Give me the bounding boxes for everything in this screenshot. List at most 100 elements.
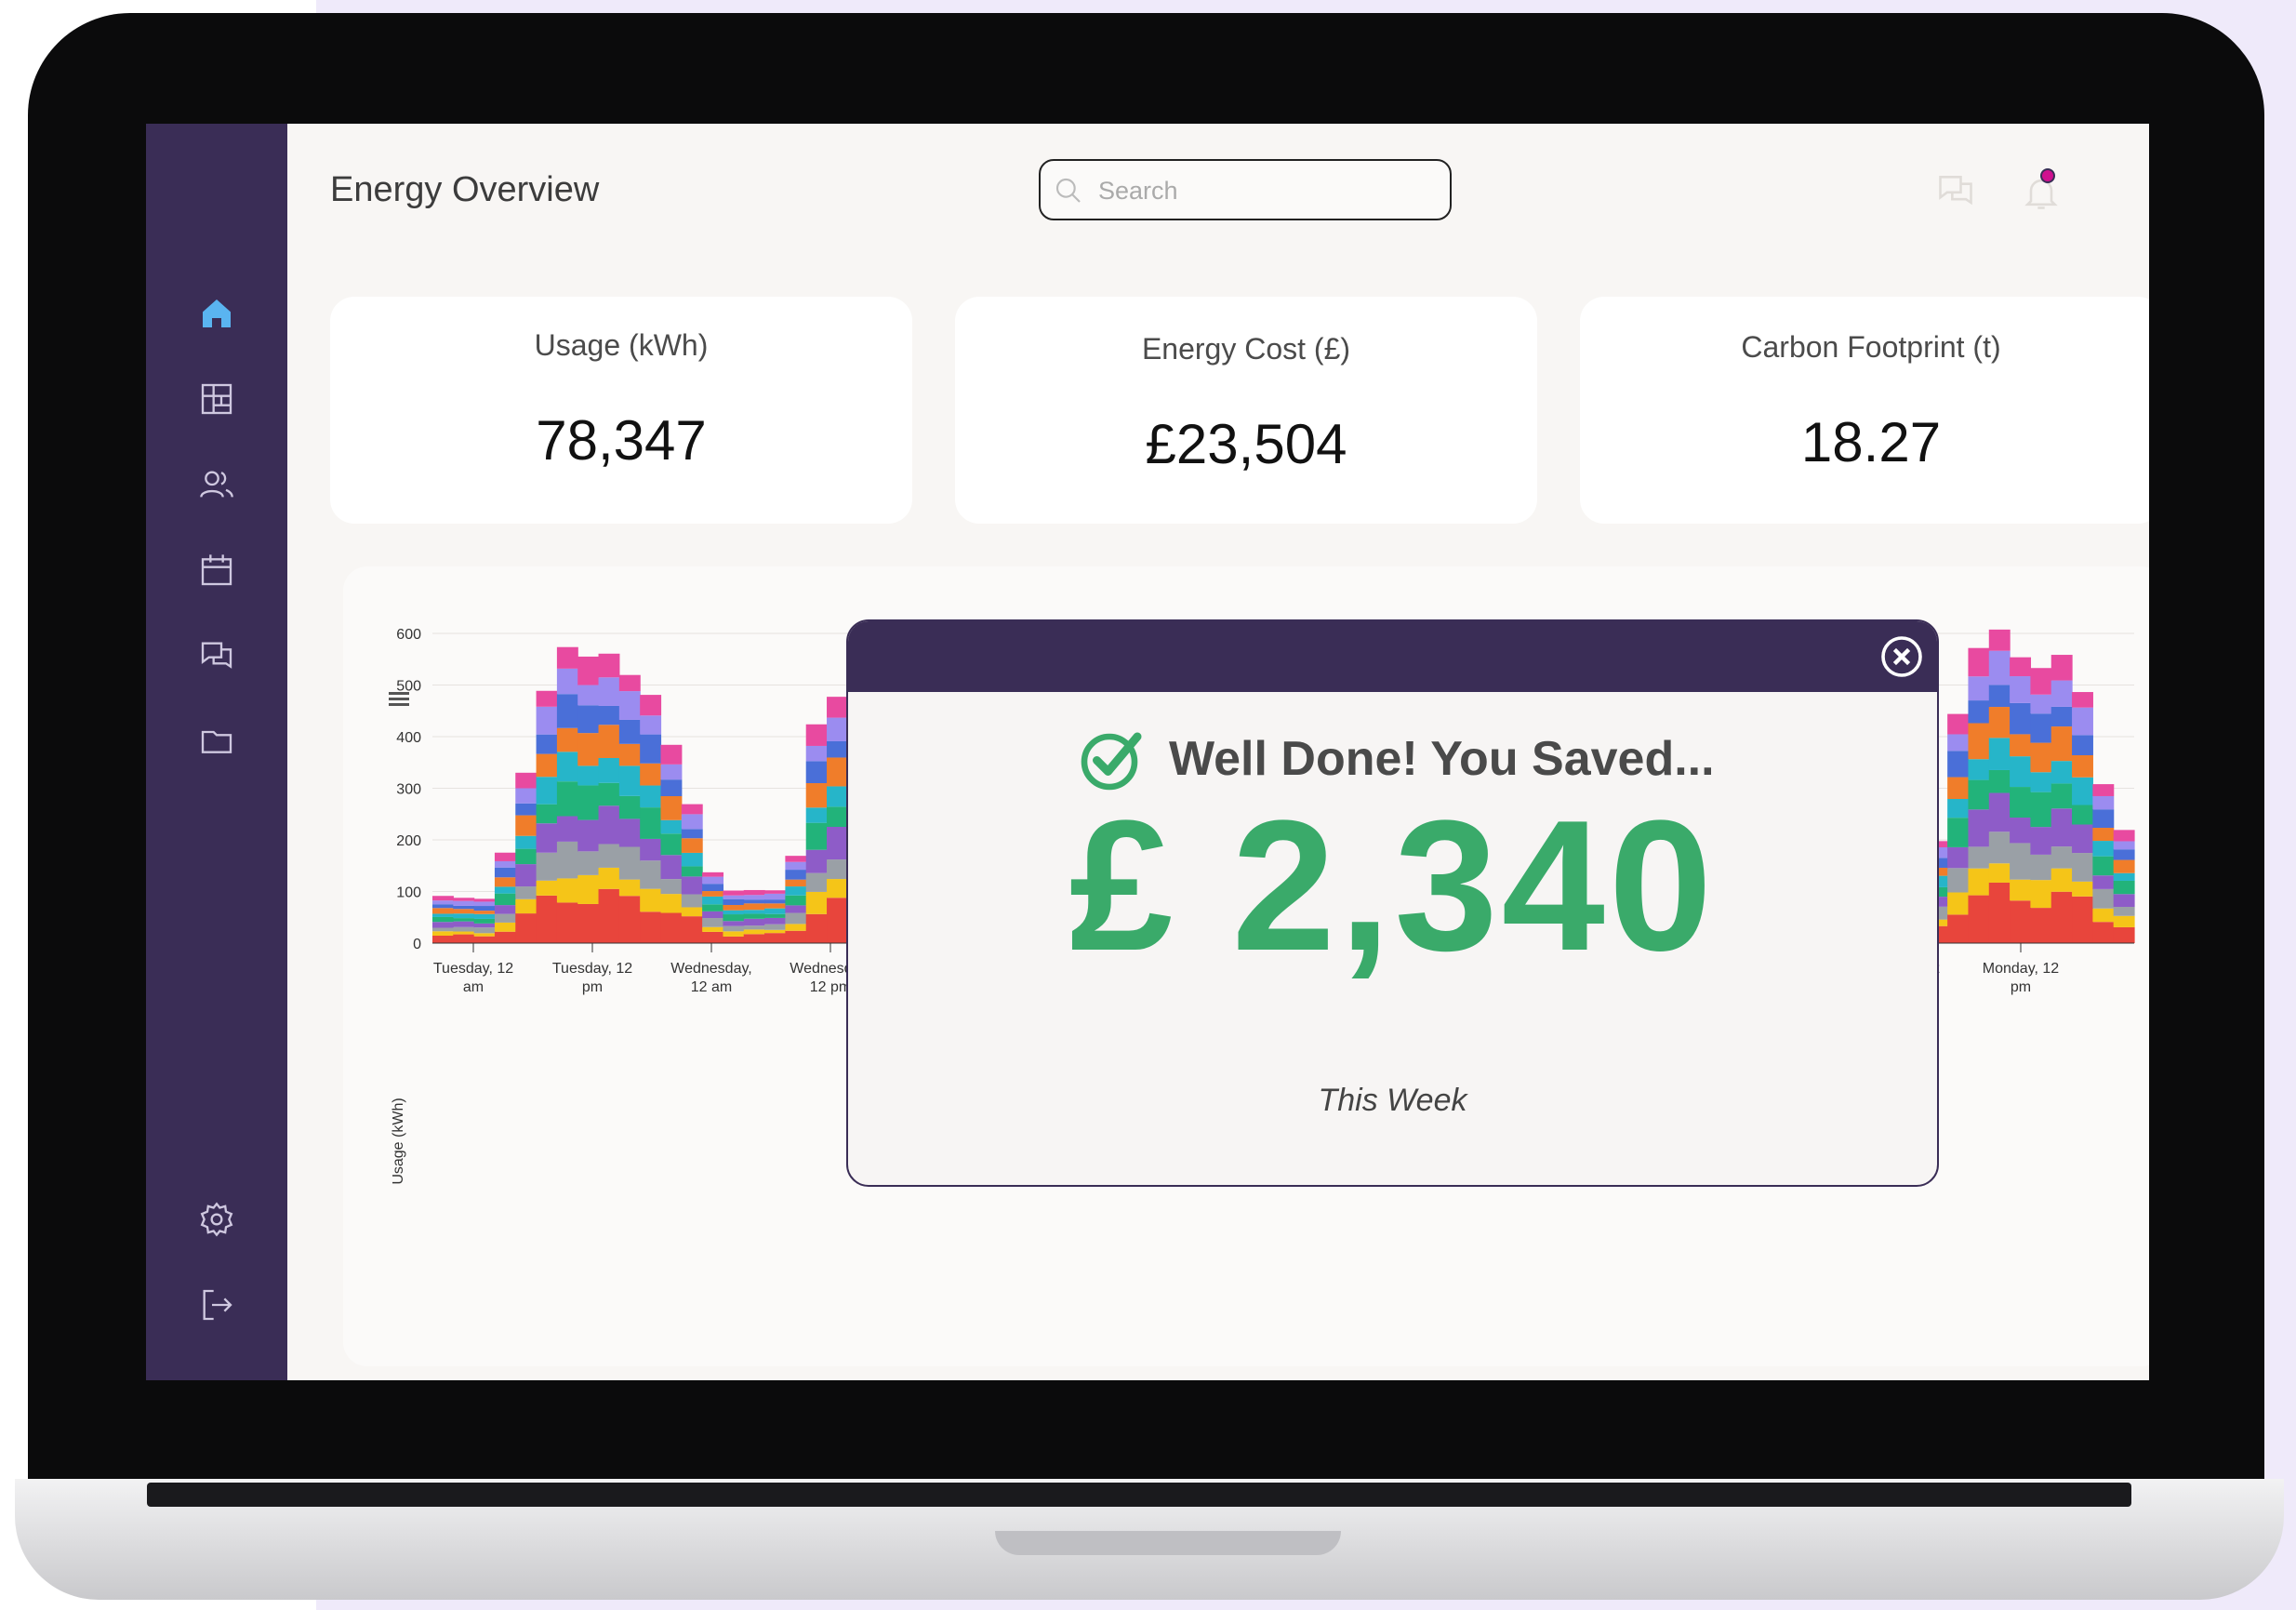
bar-segment (2092, 809, 2115, 829)
stacked-bar (805, 724, 828, 943)
stacked-bar (577, 656, 600, 943)
modal-header (848, 621, 1937, 692)
bar-segment (805, 807, 828, 823)
bar-segment (1988, 882, 2011, 943)
bar-segment (598, 705, 620, 725)
bar-segment (785, 886, 807, 896)
bar-segment (2072, 692, 2093, 708)
bar-segment (618, 743, 641, 766)
bar-segment (2050, 846, 2073, 869)
bar-segment (515, 886, 538, 899)
bar-segment (2113, 915, 2135, 927)
stacked-bar (723, 890, 745, 943)
bar-segment (577, 874, 600, 904)
logout-icon[interactable] (189, 1277, 245, 1333)
bar-segment (536, 734, 558, 754)
bar-segment (805, 724, 828, 746)
search-input[interactable] (1096, 170, 1435, 211)
app-screen: Energy Overview Usage (kWh) 78,347 Energ… (146, 124, 2149, 1380)
bar-segment (2010, 657, 2032, 677)
messages-icon[interactable] (189, 628, 245, 684)
bar-segment (723, 895, 745, 899)
bar-segment (556, 902, 578, 943)
bar-segment (827, 859, 848, 880)
folder-icon[interactable] (189, 713, 245, 769)
bar-segment (2010, 676, 2032, 703)
bar-segment (598, 782, 620, 806)
bar-segment (2092, 795, 2115, 810)
bar-segment (2010, 900, 2032, 943)
search-box[interactable] (1039, 159, 1452, 220)
chat-icon[interactable] (1935, 170, 1976, 211)
bar-segment (681, 814, 703, 830)
x-tick-label: 12 am (691, 979, 732, 995)
bar-segment (743, 889, 765, 896)
bar-segment (785, 870, 807, 880)
bar-segment (764, 890, 786, 894)
bar-segment (2010, 702, 2032, 735)
bar-segment (515, 772, 538, 789)
energy-cost-card: Energy Cost (£) £23,504 (955, 297, 1537, 524)
bar-segment (764, 903, 786, 909)
bar-segment (577, 851, 600, 875)
bar-segment (2030, 880, 2052, 909)
bar-segment (2050, 783, 2073, 809)
bar-segment (473, 906, 496, 911)
bar-segment (660, 764, 683, 780)
bar-segment (785, 905, 807, 913)
savings-amount: £ 2,340 (1068, 782, 1717, 990)
bar-segment (598, 725, 620, 758)
y-axis-label: Usage (kWh) (391, 1098, 406, 1184)
bar-segment (702, 896, 724, 905)
stacked-bar (743, 889, 765, 943)
bar-segment (743, 903, 765, 911)
bar-segment (598, 653, 620, 678)
bar-segment (494, 913, 516, 923)
bar-segment (556, 781, 578, 817)
bar-segment (723, 921, 745, 926)
bar-segment (1988, 650, 2011, 685)
bar-segment (1968, 700, 1990, 724)
bar-segment (640, 888, 662, 912)
bar-segment (2010, 879, 2032, 901)
bar-segment (2092, 922, 2115, 943)
bar-segment (743, 934, 765, 943)
bar-segment (556, 878, 578, 903)
dashboard-icon[interactable] (189, 371, 245, 427)
bar-segment (1947, 868, 1970, 893)
close-icon[interactable] (1879, 634, 1924, 679)
bar-segment (764, 908, 786, 914)
bar-segment (805, 822, 828, 850)
bar-segment (473, 933, 496, 937)
bar-segment (660, 879, 683, 895)
card-label: Carbon Footprint (t) (1741, 330, 2001, 364)
bar-segment (618, 765, 641, 796)
card-label: Energy Cost (£) (1141, 332, 1351, 366)
bar-segment (536, 895, 558, 943)
calendar-icon[interactable] (189, 542, 245, 598)
bar-segment (1988, 792, 2011, 832)
card-value: 18.27 (1800, 411, 1942, 473)
stacked-bar (494, 852, 516, 943)
bar-segment (536, 852, 558, 881)
sidebar (146, 124, 287, 1380)
bar-segment (2010, 818, 2032, 844)
settings-icon[interactable] (189, 1191, 245, 1247)
bar-segment (2092, 875, 2115, 889)
y-tick-label: 200 (396, 833, 421, 849)
bar-segment (640, 763, 662, 786)
y-tick-label: 0 (413, 937, 421, 952)
bar-segment (827, 717, 848, 741)
stacked-bar (2072, 692, 2093, 943)
bar-segment (577, 685, 600, 706)
bar-segment (764, 924, 786, 930)
bar-segment (785, 924, 807, 931)
bar-segment (556, 694, 578, 728)
users-icon[interactable] (189, 457, 245, 512)
home-icon[interactable] (189, 286, 245, 341)
bar-segment (827, 898, 848, 943)
bar-segment (702, 918, 724, 927)
bar-segment (618, 846, 641, 880)
bar-segment (743, 895, 765, 900)
bar-segment (1968, 809, 1990, 847)
